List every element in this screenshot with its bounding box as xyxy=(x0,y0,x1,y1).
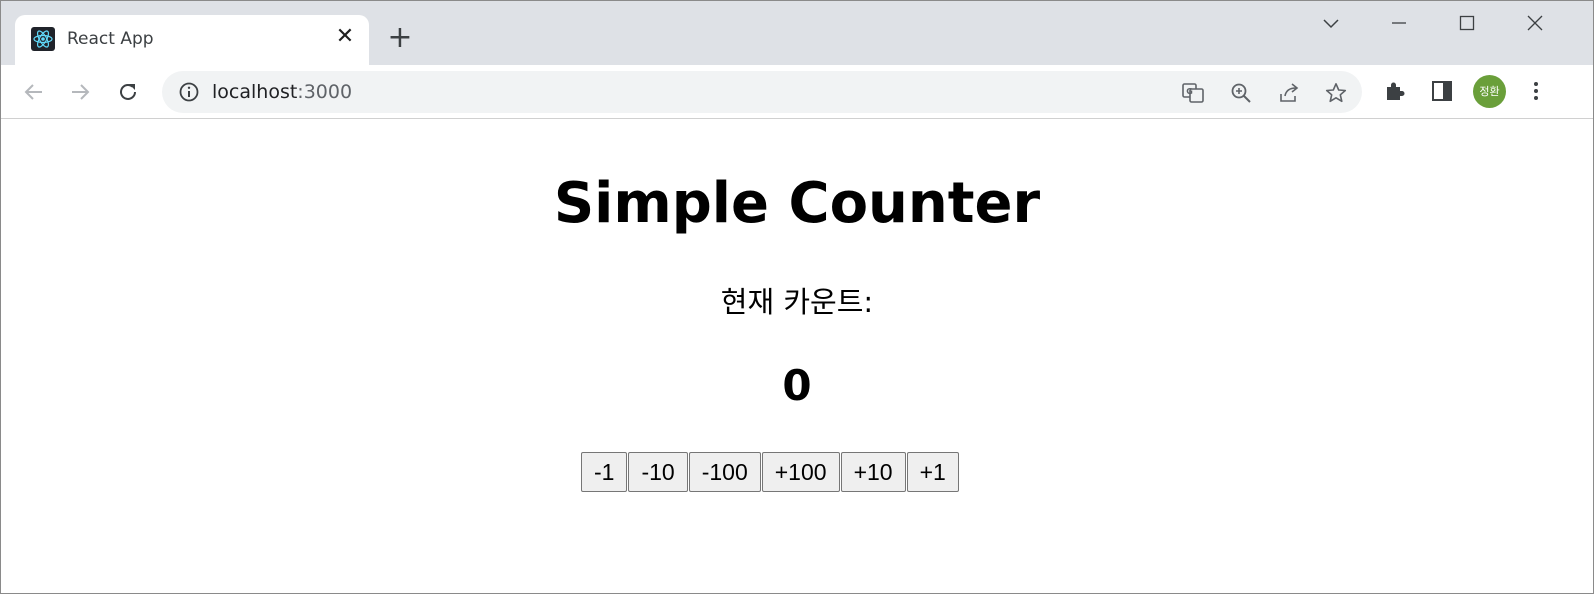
share-icon[interactable] xyxy=(1277,81,1301,105)
reload-button[interactable] xyxy=(113,77,143,107)
decrement-1-button[interactable]: -1 xyxy=(581,452,628,492)
maximize-button[interactable] xyxy=(1447,9,1487,39)
counter-buttons: -1 -10 -100 +100 +10 +1 xyxy=(581,452,959,492)
close-window-button[interactable] xyxy=(1515,9,1555,39)
tab-title: React App xyxy=(67,29,154,49)
zoom-icon[interactable] xyxy=(1229,81,1253,105)
decrement-10-button[interactable]: -10 xyxy=(628,452,688,492)
increment-100-button[interactable]: +100 xyxy=(761,452,840,492)
bookmark-star-icon[interactable] xyxy=(1324,81,1348,105)
address-bar[interactable]: localhost:3000 G xyxy=(162,71,1362,113)
page-content: Simple Counter 현재 카운트: 0 -1 -10 -100 +10… xyxy=(1,119,1593,595)
tab-search-button[interactable] xyxy=(1311,9,1351,39)
side-panel-icon[interactable] xyxy=(1429,78,1455,104)
close-tab-icon[interactable]: ✕ xyxy=(333,25,357,49)
browser-toolbar: localhost:3000 G 정환 xyxy=(1,65,1593,119)
minimize-button[interactable] xyxy=(1379,9,1419,39)
decrement-100-button[interactable]: -100 xyxy=(688,452,761,492)
more-menu-icon[interactable] xyxy=(1523,78,1549,104)
url-text[interactable]: localhost:3000 xyxy=(212,81,352,103)
forward-button[interactable] xyxy=(65,77,95,107)
site-info-icon[interactable] xyxy=(178,81,200,103)
increment-1-button[interactable]: +1 xyxy=(906,452,959,492)
svg-text:G: G xyxy=(1186,87,1193,96)
increment-10-button[interactable]: +10 xyxy=(840,452,906,492)
extensions-icon[interactable] xyxy=(1382,78,1408,104)
count-value: 0 xyxy=(782,361,812,410)
react-logo-icon xyxy=(31,27,55,51)
new-tab-button[interactable]: + xyxy=(385,23,415,53)
count-label: 현재 카운트: xyxy=(720,285,874,319)
profile-avatar[interactable]: 정환 xyxy=(1473,75,1506,108)
tab-strip: React App ✕ + xyxy=(1,1,1593,65)
page-title: Simple Counter xyxy=(553,171,1041,236)
translate-icon[interactable]: G xyxy=(1181,81,1205,105)
tab-react-app[interactable]: React App ✕ xyxy=(15,15,369,65)
back-button[interactable] xyxy=(19,77,49,107)
